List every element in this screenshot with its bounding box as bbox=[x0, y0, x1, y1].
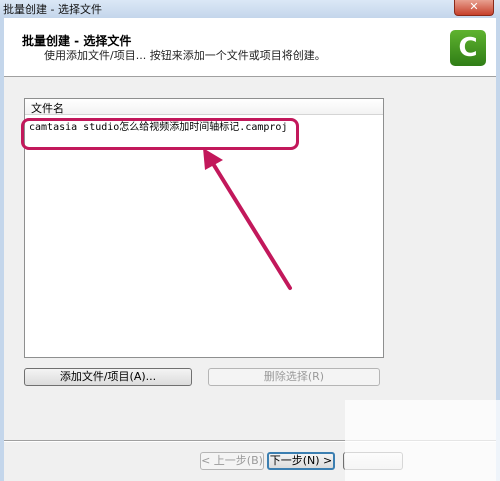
watermark-overlay bbox=[345, 400, 500, 481]
